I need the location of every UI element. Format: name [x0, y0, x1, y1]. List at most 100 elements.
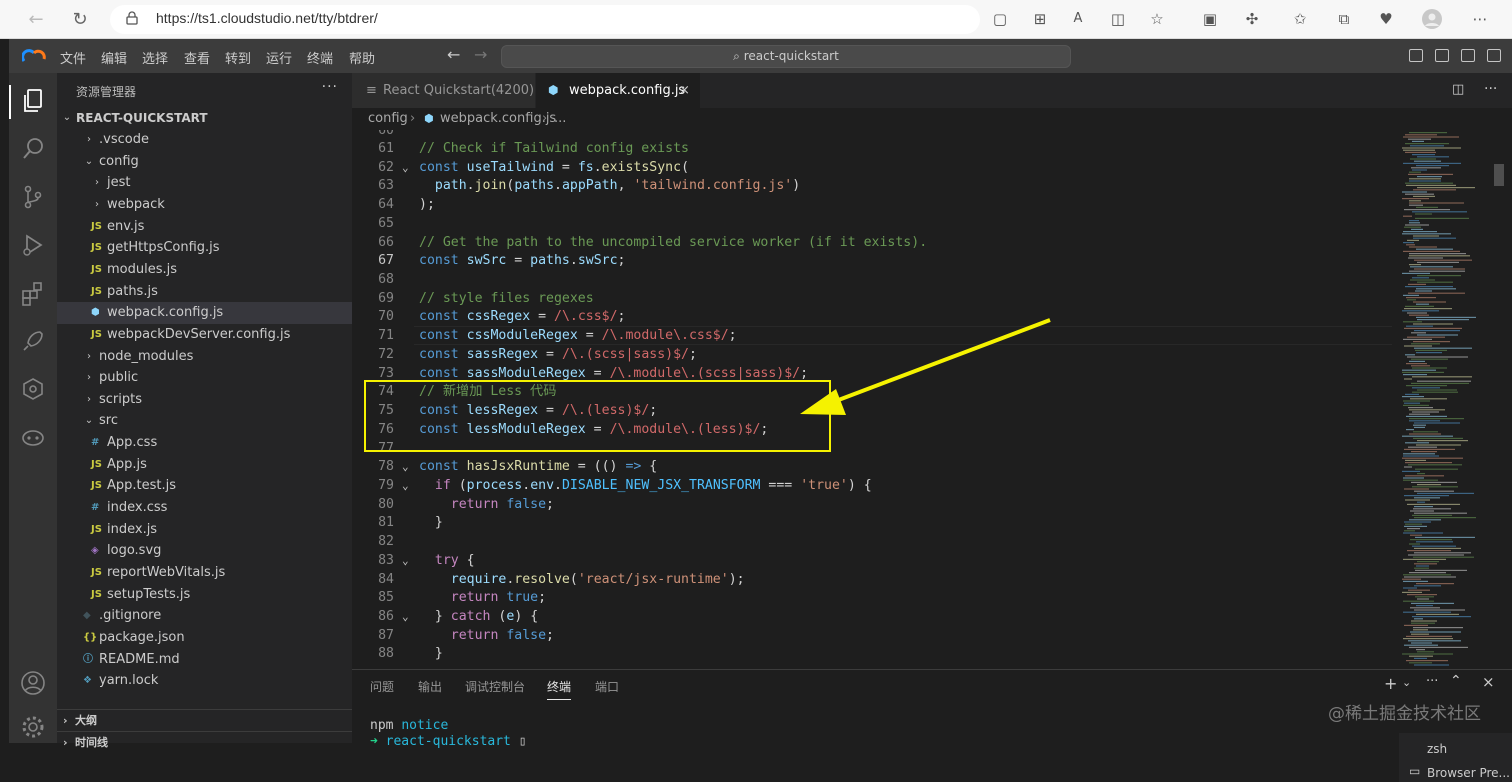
cloud-services-icon[interactable]	[19, 375, 47, 403]
close-icon[interactable]: ×	[679, 73, 690, 108]
toggle-panel-icon[interactable]	[1435, 49, 1449, 62]
source-control-icon[interactable]	[19, 183, 47, 211]
menu-help[interactable]: 帮助	[349, 48, 375, 67]
panel-tab-output[interactable]: 输出	[418, 678, 442, 695]
more-actions-icon[interactable]: ···	[1426, 674, 1438, 689]
deploy-rocket-icon[interactable]	[19, 327, 47, 355]
run-debug-icon[interactable]	[19, 231, 47, 259]
fold-chevron-icon[interactable]: ⌄	[402, 608, 409, 627]
vertical-scrollbar[interactable]	[1492, 130, 1506, 669]
tree-file[interactable]: JS webpackDevServer.config.js	[57, 324, 352, 346]
panel-tab-ports[interactable]: 端口	[595, 678, 619, 695]
tree-file[interactable]: ◆ .gitignore	[57, 605, 352, 627]
tree-file[interactable]: JS getHttpsConfig.js	[57, 237, 352, 259]
browser-essentials-icon[interactable]: ♥	[1376, 9, 1396, 29]
menu-terminal[interactable]: 终端	[307, 48, 333, 67]
menu-edit[interactable]: 编辑	[101, 48, 127, 67]
favorite-star-icon[interactable]: ☆	[1147, 9, 1167, 29]
tree-file[interactable]: JS reportWebVitals.js	[57, 562, 352, 584]
tree-file[interactable]: JS env.js	[57, 216, 352, 238]
tree-file[interactable]: ◈ logo.svg	[57, 540, 352, 562]
ai-assistant-icon[interactable]	[19, 423, 47, 451]
minimap[interactable]	[1392, 130, 1492, 669]
tree-file[interactable]: JS App.js	[57, 454, 352, 476]
reload-icon[interactable]: ↻	[68, 8, 92, 32]
tree-folder[interactable]: › public	[57, 367, 352, 389]
breadcrumb-file[interactable]: webpack.config.js	[440, 108, 556, 130]
tree-file[interactable]: ⬢ webpack.config.js	[57, 302, 352, 325]
tree-folder[interactable]: ⌄ config	[57, 151, 352, 173]
breadcrumb-more[interactable]: ...	[554, 108, 566, 130]
breadcrumb-folder[interactable]: config	[368, 108, 408, 130]
panel-tab-problems[interactable]: 问题	[370, 678, 394, 695]
tree-file[interactable]: ❖ yarn.lock	[57, 670, 352, 692]
account-icon[interactable]	[19, 669, 47, 697]
customize-layout-icon[interactable]	[1487, 49, 1501, 62]
extensions-icon[interactable]	[19, 279, 47, 307]
tree-file[interactable]: JS App.test.js	[57, 475, 352, 497]
tree-file[interactable]: JS modules.js	[57, 259, 352, 281]
tree-folder[interactable]: › webpack	[57, 194, 352, 216]
explorer-more-icon[interactable]: ···	[322, 79, 338, 95]
more-menu-icon[interactable]: ⋯	[1470, 9, 1490, 29]
tree-folder[interactable]: › node_modules	[57, 346, 352, 368]
tree-folder[interactable]: ⌄ src	[57, 410, 352, 432]
tree-file[interactable]: JS setupTests.js	[57, 584, 352, 606]
fold-chevron-icon[interactable]: ⌄	[402, 159, 409, 178]
address-bar[interactable]: https://ts1.cloudstudio.net/tty/btdrer/	[110, 5, 980, 34]
panel-tab-terminal[interactable]: 终端	[547, 678, 572, 700]
tree-folder[interactable]: › scripts	[57, 389, 352, 411]
menu-run[interactable]: 运行	[266, 48, 292, 67]
terminal-browser-preview[interactable]: Browser Pre...	[1427, 766, 1510, 780]
settings-gear-icon[interactable]	[19, 713, 47, 741]
tree-file[interactable]: # App.css	[57, 432, 352, 454]
favorites-icon[interactable]: ✩	[1290, 9, 1310, 29]
terminal-output[interactable]: npm notice	[370, 718, 448, 733]
tree-file[interactable]: ⓘ README.md	[57, 649, 352, 671]
fold-chevron-icon[interactable]: ⌄	[402, 477, 409, 496]
panel-tab-debug-console[interactable]: 调试控制台	[465, 678, 525, 695]
workspace-root[interactable]: ⌄ REACT-QUICKSTART	[57, 107, 352, 129]
terminal-zsh[interactable]: zsh	[1427, 742, 1447, 756]
fold-chevron-icon[interactable]: ⌄	[402, 552, 409, 571]
outline-section[interactable]: › 大纲	[57, 709, 352, 731]
extensions-icon[interactable]: ✣	[1242, 9, 1262, 29]
menu-file[interactable]: 文件	[60, 48, 86, 67]
terminal-prompt[interactable]: ➜ react-quickstart ▯	[370, 734, 527, 749]
back-icon[interactable]: ←	[24, 8, 48, 32]
tree-file[interactable]: # index.css	[57, 497, 352, 519]
apps-icon[interactable]: ⊞	[1030, 9, 1050, 29]
maximize-panel-icon[interactable]: ⌃	[1450, 673, 1462, 689]
tree-file[interactable]: JS paths.js	[57, 281, 352, 303]
timeline-section[interactable]: › 时间线	[57, 731, 352, 753]
search-icon[interactable]	[19, 135, 47, 163]
scrollbar-thumb[interactable]	[1494, 164, 1504, 186]
menu-view[interactable]: 查看	[184, 48, 210, 67]
split-screen-icon[interactable]: ◫	[1108, 9, 1128, 29]
fold-chevron-icon[interactable]: ⌄	[402, 458, 409, 477]
explorer-icon[interactable]	[19, 87, 47, 115]
split-editor-icon[interactable]: ◫	[1452, 82, 1464, 97]
tab-react-quickstart[interactable]: ≡ React Quickstart(4200)	[352, 73, 535, 108]
new-terminal-icon[interactable]: +	[1384, 674, 1397, 693]
toggle-primary-sidebar-icon[interactable]	[1409, 49, 1423, 62]
tab-webpack-config[interactable]: ⬢ webpack.config.js ×	[536, 73, 700, 108]
install-app-icon[interactable]: ▢	[990, 9, 1010, 29]
tree-folder[interactable]: › .vscode	[57, 129, 352, 151]
menu-go[interactable]: 转到	[225, 48, 251, 67]
menu-selection[interactable]: 选择	[142, 48, 168, 67]
workspaces-icon[interactable]: ▣	[1200, 9, 1220, 29]
forward-arrow-icon[interactable]: →	[474, 45, 487, 64]
command-center-search[interactable]: ⌕ react-quickstart	[501, 45, 1071, 68]
tree-file[interactable]: {} package.json	[57, 627, 352, 649]
toggle-secondary-sidebar-icon[interactable]	[1461, 49, 1475, 62]
collections-icon[interactable]: ⧉	[1334, 9, 1354, 29]
tree-folder[interactable]: › jest	[57, 172, 352, 194]
profile-avatar-icon[interactable]	[1422, 9, 1442, 29]
read-aloud-icon[interactable]: A	[1068, 9, 1088, 29]
chevron-down-icon[interactable]: ⌄	[1402, 676, 1411, 689]
editor-more-icon[interactable]: ···	[1484, 81, 1497, 97]
back-arrow-icon[interactable]: ←	[447, 45, 460, 64]
close-panel-icon[interactable]: ×	[1482, 673, 1495, 691]
tree-file[interactable]: JS index.js	[57, 519, 352, 541]
